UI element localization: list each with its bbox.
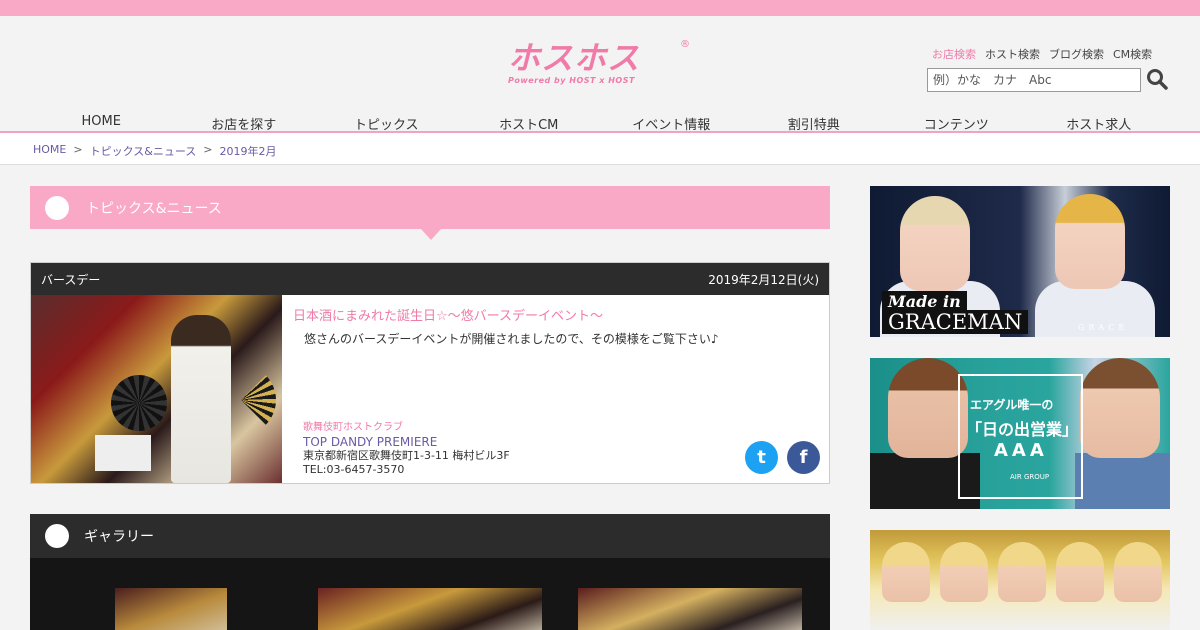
shop-address: 東京都新宿区歌舞伎町1-3-11 梅村ビル3F — [303, 449, 510, 462]
thumbnail-person — [171, 315, 231, 483]
article-header: バースデー 2019年2月12日(火) — [31, 263, 829, 295]
banner-person — [882, 542, 930, 602]
article-description: 悠さんのバースデーイベントが開催されましたので、その模様をご覧下さい♪ — [304, 332, 719, 346]
gallery-strip — [30, 558, 830, 630]
banner-person — [1075, 453, 1170, 509]
twitter-icon: t — [757, 447, 766, 468]
banner-person — [1114, 542, 1162, 602]
banner-line2: 「日の出営業」 — [966, 420, 1079, 439]
banner-person — [888, 358, 968, 458]
banner-person — [998, 542, 1046, 602]
search-tab-blog[interactable]: ブログ検索 — [1049, 46, 1104, 62]
banner-person — [1056, 542, 1104, 602]
gallery-thumbnail[interactable] — [115, 588, 227, 630]
article-category: バースデー — [41, 272, 101, 287]
main-content: トピックス&ニュース バースデー 2019年2月12日(火) 日本酒にまみれた誕… — [30, 186, 830, 630]
banner-line3: AAA — [994, 440, 1048, 461]
logo-registered-mark: ® — [680, 39, 690, 50]
shop-phone: TEL:03-6457-3570 — [303, 463, 405, 476]
circle-icon — [45, 524, 69, 548]
banner-title: GRACEMAN — [882, 310, 1029, 334]
gallery-thumbnail[interactable] — [578, 588, 802, 630]
thumbnail-decoration — [111, 375, 167, 431]
search-tabs: お店検索 ホスト検索 ブログ検索 CM検索 — [932, 46, 1152, 62]
search-icon — [1147, 69, 1168, 90]
breadcrumb: HOME > トピックス&ニュース > 2019年2月 — [0, 133, 1200, 165]
banner-aaa[interactable]: エアグル唯一の 「日の出営業」 AAA AIR GROUP — [870, 358, 1170, 509]
nav-recruit[interactable]: ホスト求人 — [1028, 114, 1171, 133]
shop-info: 歌舞伎町ホストクラブ TOP DANDY PREMIERE 東京都新宿区歌舞伎町… — [303, 421, 510, 477]
article-title[interactable]: 日本酒にまみれた誕生日☆～悠バースデーイベント～ — [293, 305, 819, 324]
search-tab-host[interactable]: ホスト検索 — [985, 46, 1040, 62]
banner-person — [940, 542, 988, 602]
banner-person — [900, 196, 970, 291]
article-thumbnail[interactable] — [31, 295, 282, 483]
banner-line4: AIR GROUP — [1010, 473, 1050, 481]
breadcrumb-separator: > — [203, 143, 213, 156]
banner-line1: エアグル唯一の — [970, 398, 1054, 412]
twitter-share-button[interactable]: t — [745, 441, 778, 474]
down-arrow-icon — [421, 229, 441, 240]
banner-person — [1055, 194, 1125, 289]
banner-group-photo[interactable] — [870, 530, 1170, 630]
article-body: 日本酒にまみれた誕生日☆～悠バースデーイベント～ 悠さんのバースデーイベントが開… — [293, 305, 819, 347]
logo-subtext: Powered by HOST x HOST — [508, 76, 635, 85]
section-title: トピックス&ニュース — [86, 200, 222, 217]
nav-contents[interactable]: コンテンツ — [885, 114, 1028, 133]
shop-name-link[interactable]: TOP DANDY PREMIERE — [303, 435, 510, 449]
nav-topics[interactable]: トピックス — [315, 114, 458, 133]
site-header: ホスホス Powered by HOST x HOST ® お店検索 ホスト検索… — [0, 16, 1200, 133]
search-tab-cm[interactable]: CM検索 — [1113, 46, 1152, 62]
article-date: 2019年2月12日(火) — [708, 272, 819, 287]
breadcrumb-current[interactable]: 2019年2月 — [220, 143, 277, 164]
search-tab-shop[interactable]: お店検索 — [932, 46, 976, 62]
facebook-icon: f — [799, 447, 808, 468]
nav-find-shop[interactable]: お店を探す — [173, 114, 316, 133]
logo-text: ホスホス — [508, 39, 641, 77]
circle-icon — [45, 196, 69, 220]
facebook-share-button[interactable]: f — [787, 441, 820, 474]
search-button[interactable] — [1146, 68, 1168, 90]
banner-brand: GRACE — [1078, 323, 1129, 332]
main-nav: HOME お店を探す トピックス ホストCM イベント情報 割引特典 コンテンツ… — [30, 114, 1170, 133]
nav-events[interactable]: イベント情報 — [600, 114, 743, 133]
thumbnail-decoration — [95, 435, 151, 471]
breadcrumb-topics[interactable]: トピックス&ニュース — [90, 143, 197, 164]
top-accent-bar — [0, 0, 1200, 16]
article-card[interactable]: バースデー 2019年2月12日(火) 日本酒にまみれた誕生日☆～悠バースデーイ… — [30, 262, 830, 484]
nav-discounts[interactable]: 割引特典 — [743, 114, 886, 133]
breadcrumb-home[interactable]: HOME — [33, 143, 66, 164]
nav-host-cm[interactable]: ホストCM — [458, 114, 601, 133]
gallery-title: ギャラリー — [84, 529, 154, 545]
nav-home[interactable]: HOME — [30, 114, 173, 133]
banner-graceman[interactable]: Made in GRACEMAN GRACE — [870, 186, 1170, 337]
shop-category: 歌舞伎町ホストクラブ — [303, 422, 403, 433]
sidebar: Made in GRACEMAN GRACE エアグル唯一の 「日の出営業」 A… — [870, 186, 1170, 630]
search-input[interactable] — [927, 68, 1141, 92]
section-header-topics: トピックス&ニュース — [30, 186, 830, 240]
banner-made-in: Made in — [882, 291, 967, 312]
site-logo[interactable]: ホスホス Powered by HOST x HOST ® — [508, 39, 690, 93]
breadcrumb-separator: > — [73, 143, 83, 156]
section-header-gallery: ギャラリー — [30, 514, 830, 558]
gallery-thumbnail[interactable] — [318, 588, 542, 630]
banner-person — [1080, 358, 1160, 458]
